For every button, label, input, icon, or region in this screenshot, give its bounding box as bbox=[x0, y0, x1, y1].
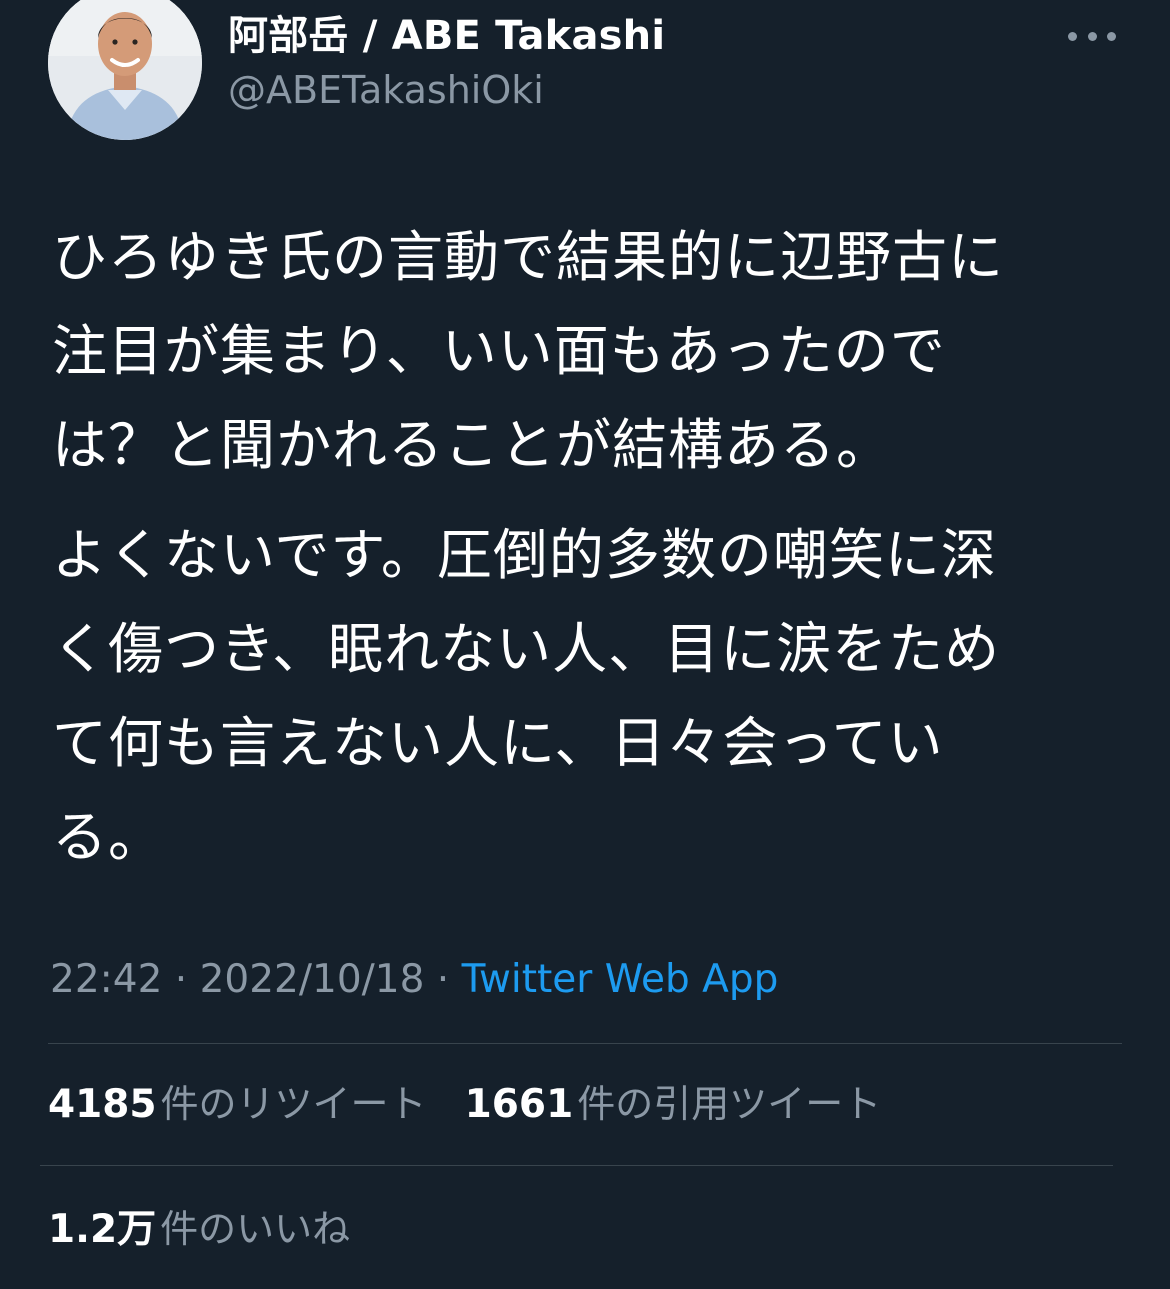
display-name[interactable]: 阿部岳 / ABE Takashi bbox=[228, 8, 665, 64]
tweet-meta: 22:42 · 2022/10/18 · Twitter Web App bbox=[50, 952, 778, 1008]
dot-icon bbox=[1087, 31, 1097, 41]
tweet-header: 阿部岳 / ABE Takashi @ABETakashiOki bbox=[48, 0, 1128, 150]
divider bbox=[48, 1043, 1122, 1044]
tweet-paragraph: よくないです。圧倒的多数の嘲笑に深 く傷つき、眠れない人、目に涙をため て何も言… bbox=[52, 523, 1001, 869]
engagement-stats-row: 4185 件のリツイート 1661 件の引用ツイート bbox=[48, 1076, 881, 1133]
user-handle[interactable]: @ABETakashiOki bbox=[228, 64, 665, 116]
avatar[interactable] bbox=[48, 0, 202, 140]
retweets-stat[interactable]: 4185 件のリツイート bbox=[48, 1076, 427, 1133]
profile-photo-icon bbox=[48, 0, 202, 140]
likes-stats-row: 1.2万 件のいいね bbox=[48, 1201, 350, 1258]
like-count: 1.2万 bbox=[48, 1207, 157, 1252]
tweet-detail: 阿部岳 / ABE Takashi @ABETakashiOki ひろゆき氏の言… bbox=[0, 0, 1170, 1289]
quotes-stat[interactable]: 1661 件の引用ツイート bbox=[465, 1076, 882, 1133]
dot-icon bbox=[1068, 31, 1077, 41]
dot-icon bbox=[1107, 31, 1116, 41]
quote-label: 件の引用ツイート bbox=[577, 1082, 882, 1126]
likes-stat[interactable]: 1.2万 件のいいね bbox=[48, 1201, 350, 1258]
tweet-date[interactable]: 2022/10/18 bbox=[200, 957, 425, 1002]
tweet-paragraph: ひろゆき氏の言動で結果的に辺野古に 注目が集まり、いい面もあったので は？と聞か… bbox=[52, 225, 1005, 477]
meta-separator: · bbox=[162, 957, 200, 1002]
retweet-count: 4185 bbox=[48, 1082, 157, 1127]
tweet-source-link[interactable]: Twitter Web App bbox=[462, 957, 779, 1002]
user-names: 阿部岳 / ABE Takashi @ABETakashiOki bbox=[228, 8, 665, 116]
quote-count: 1661 bbox=[464, 1082, 574, 1127]
like-label: 件のいいね bbox=[160, 1207, 351, 1251]
meta-separator: · bbox=[424, 957, 462, 1002]
tweet-text: ひろゆき氏の言動で結果的に辺野古に 注目が集まり、いい面もあったので は？と聞か… bbox=[52, 210, 1122, 884]
divider bbox=[40, 1165, 1113, 1166]
tweet-time[interactable]: 22:42 bbox=[50, 957, 162, 1002]
more-options-icon[interactable] bbox=[1068, 24, 1116, 48]
retweet-label: 件のリツイート bbox=[160, 1082, 427, 1126]
